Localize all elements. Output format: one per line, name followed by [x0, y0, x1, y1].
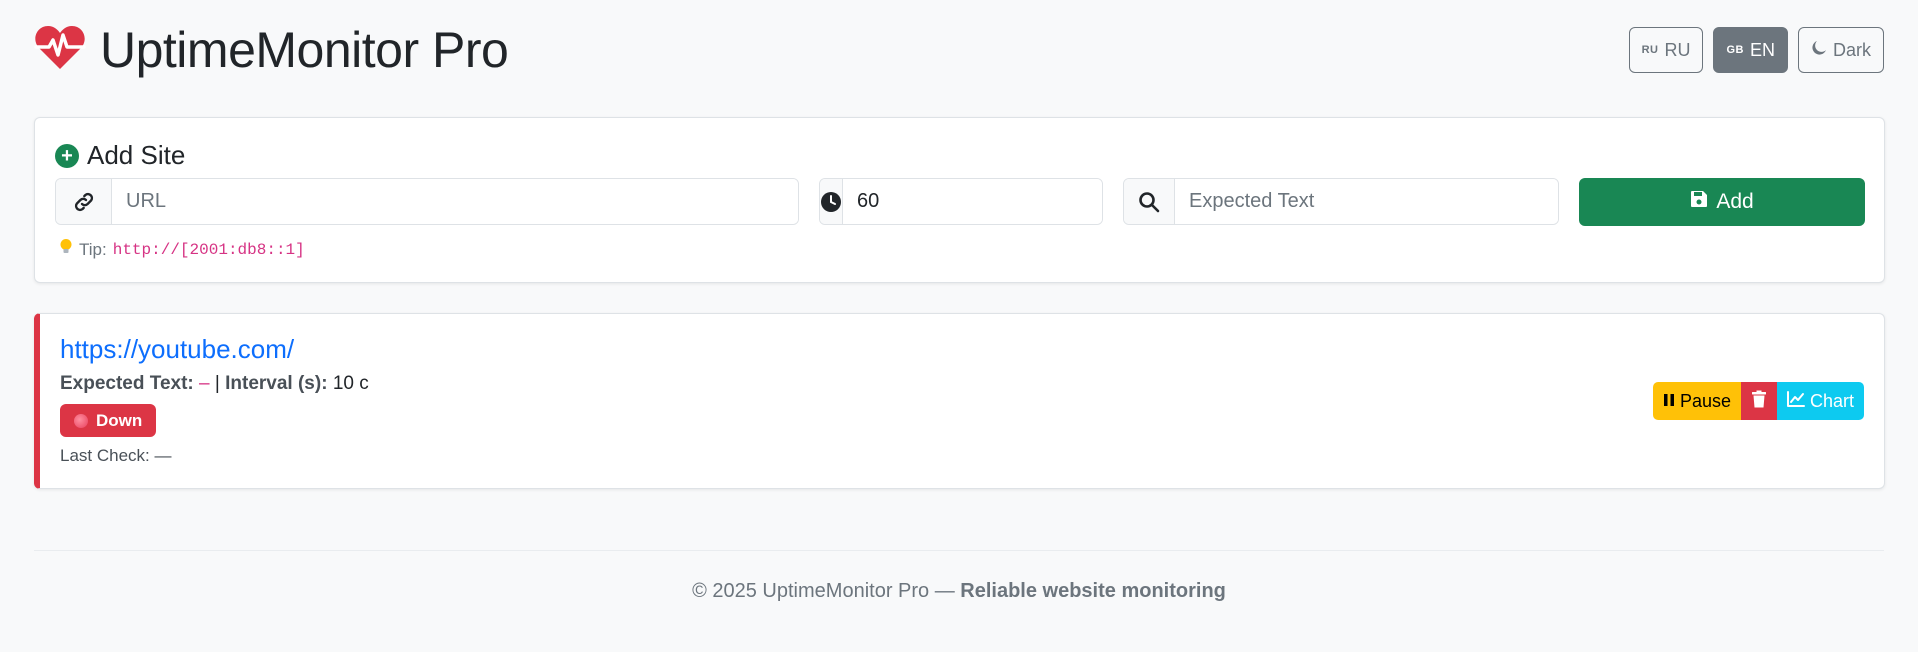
tip-code: http://[2001:db8::1] [112, 240, 305, 259]
app-title: UptimeMonitor Pro [100, 22, 509, 78]
expected-text-value: – [199, 373, 210, 394]
pause-label: Pause [1679, 390, 1731, 411]
chart-button[interactable]: Chart [1776, 382, 1864, 420]
add-site-button[interactable]: Add [1579, 178, 1865, 226]
add-site-heading: + Add Site [55, 140, 185, 171]
floppy-disk-icon [1690, 190, 1708, 214]
interval-input[interactable] [843, 179, 1102, 224]
app-header: UptimeMonitor Pro RU RU GB EN Dark [34, 20, 1884, 80]
clock-icon [820, 179, 843, 224]
moon-icon [1811, 40, 1827, 61]
site-meta: Expected Text: – | Interval (s): 10 c [60, 373, 369, 395]
url-input-group [55, 178, 799, 225]
lightbulb-icon [59, 238, 73, 261]
gb-flag-icon: GB [1726, 44, 1744, 56]
lang-en-label: EN [1749, 39, 1775, 60]
expected-text-input[interactable] [1175, 179, 1558, 224]
interval-label: Interval (s): [225, 373, 328, 394]
tip-label: Tip: [79, 239, 107, 259]
site-url-link[interactable]: https://youtube.com/ [60, 334, 294, 365]
lang-ru-label: RU [1664, 39, 1691, 60]
footer-divider [34, 550, 1884, 551]
url-input[interactable] [112, 179, 798, 224]
add-site-title: Add Site [87, 140, 186, 170]
pause-icon [1663, 391, 1675, 412]
theme-toggle-button[interactable]: Dark [1797, 27, 1884, 73]
pause-button[interactable]: Pause [1652, 382, 1741, 420]
status-label: Down [96, 410, 143, 430]
footer-copyright: © 2025 UptimeMonitor Pro — [692, 580, 955, 602]
tip-text: Tip: http://[2001:db8::1] [59, 238, 305, 261]
search-icon [1124, 179, 1175, 224]
ru-flag-icon: RU [1641, 44, 1659, 56]
add-site-card: + Add Site URL 60 Expected Text Add Tip:… [34, 117, 1885, 283]
status-badge: Down [60, 404, 157, 437]
expected-text-input-group [1123, 178, 1559, 225]
plus-circle-icon: + [55, 143, 79, 168]
site-card: https://youtube.com/ Expected Text: – | … [34, 313, 1885, 489]
theme-label: Dark [1832, 39, 1871, 60]
status-dot-icon [74, 413, 88, 428]
delete-button[interactable] [1740, 382, 1777, 420]
footer: © 2025 UptimeMonitor Pro — Reliable webs… [0, 580, 1918, 603]
heart-pulse-icon [34, 25, 86, 76]
chart-label: Chart [1809, 390, 1854, 411]
brand: UptimeMonitor Pro [34, 21, 509, 79]
interval-input-group [819, 178, 1103, 225]
link-icon [56, 179, 112, 224]
last-check-label: Last Check: [60, 446, 150, 465]
footer-tagline: Reliable website monitoring [960, 580, 1226, 602]
meta-separator: | [214, 373, 220, 394]
site-actions: Pause Chart [1652, 382, 1864, 420]
expected-text-label: Expected Text: [60, 373, 194, 394]
trash-icon [1751, 390, 1767, 413]
lang-ru-button[interactable]: RU RU [1628, 27, 1704, 73]
add-button-label: Add [1716, 190, 1754, 213]
last-check-value: — [154, 446, 172, 465]
lang-en-button[interactable]: GB EN [1713, 27, 1788, 73]
line-chart-icon [1786, 390, 1805, 412]
header-controls: RU RU GB EN Dark [1628, 27, 1884, 73]
interval-value: 10 c [332, 373, 369, 394]
last-check: Last Check: — [60, 446, 172, 466]
